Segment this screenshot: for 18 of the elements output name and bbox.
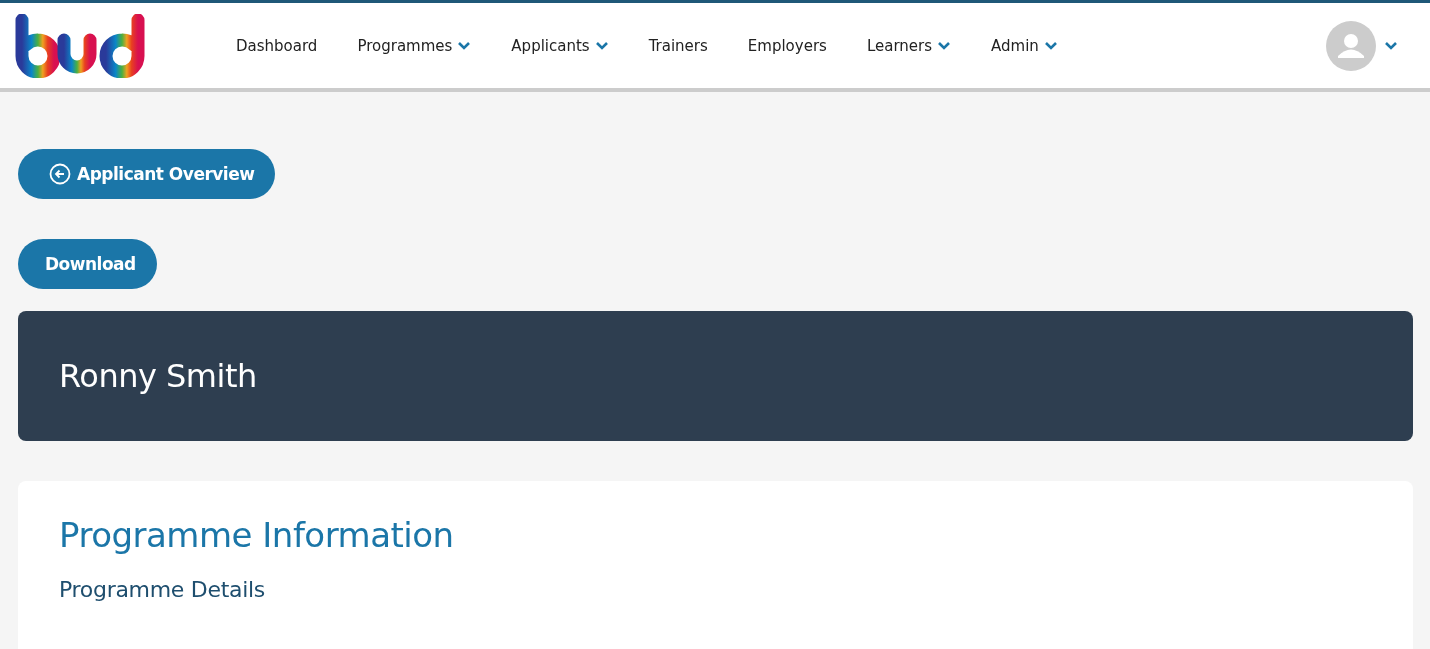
nav-link[interactable]: Applicants (491, 36, 629, 55)
section-title: Programme Information (59, 515, 455, 555)
arrow-left-circle-icon (49, 163, 71, 185)
chevron-down-icon (1384, 40, 1398, 51)
nav-link[interactable]: Learners (846, 36, 971, 55)
applicant-name: Ronny Smith (59, 357, 257, 395)
download-button[interactable]: Download (18, 239, 157, 289)
chevron-down-icon (937, 40, 951, 51)
chevron-down-icon (594, 40, 609, 51)
nav-link[interactable]: Programmes (337, 36, 492, 55)
section-subtitle: Programme Details (59, 577, 266, 602)
nav-link[interactable]: Employers (727, 36, 847, 55)
chevron-down-icon (1043, 40, 1058, 51)
nav-link[interactable]: Trainers (628, 36, 728, 55)
nav-link[interactable]: Dashboard (216, 36, 338, 55)
back-button[interactable]: Applicant Overview (18, 149, 276, 199)
chevron-down-icon (457, 40, 472, 51)
nav-link[interactable]: Admin (971, 36, 1078, 55)
